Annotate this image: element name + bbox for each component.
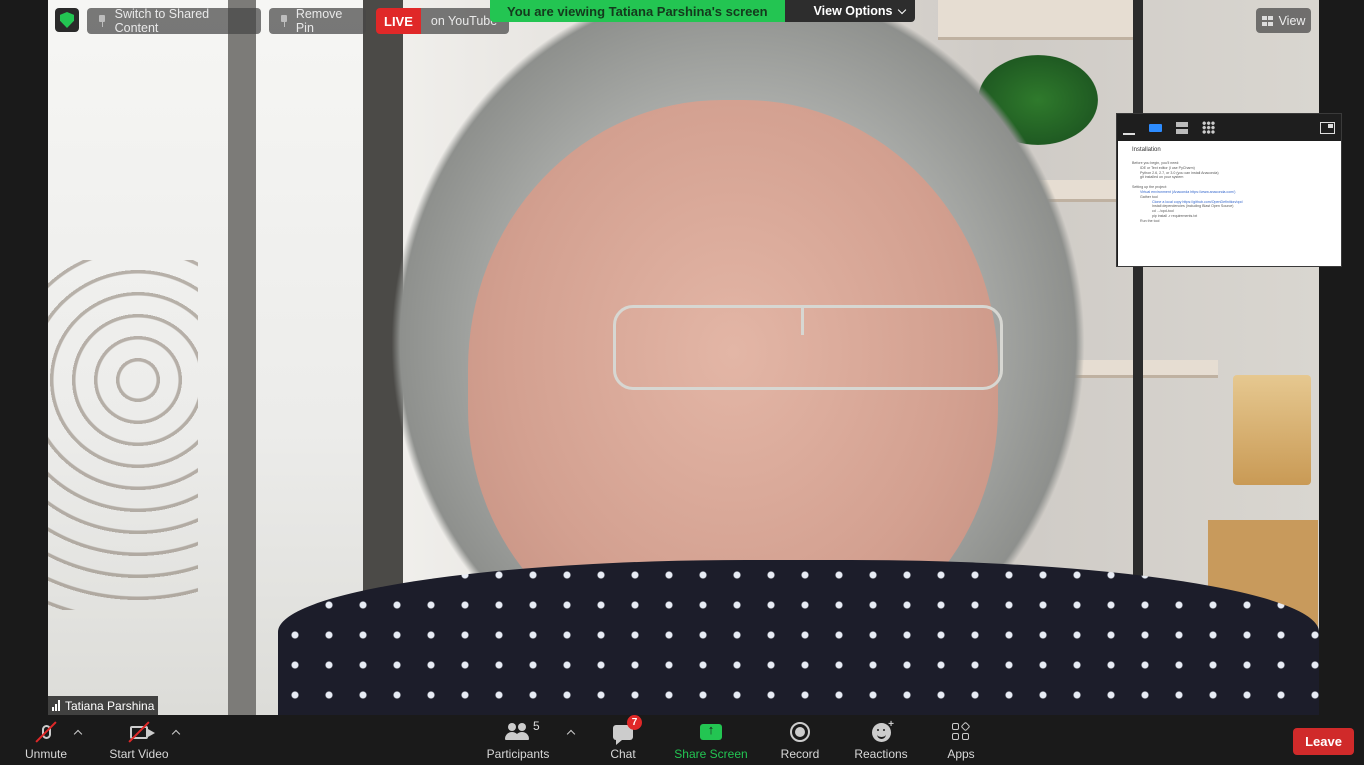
- audio-options-chevron-icon[interactable]: [73, 728, 83, 738]
- speaker-view-icon[interactable]: [1176, 121, 1188, 134]
- view-options-button[interactable]: View Options: [784, 0, 915, 22]
- reactions-icon: +: [866, 719, 896, 745]
- apps-icon: [946, 719, 976, 745]
- share-screen-icon: [696, 719, 726, 745]
- grid-icon: [1261, 15, 1273, 26]
- view-options-label: View Options: [813, 4, 893, 18]
- participant-name: Tatiana Parshina: [65, 698, 155, 713]
- minimize-icon[interactable]: [1123, 127, 1135, 135]
- viewing-banner: You are viewing Tatiana Parshina's scree…: [490, 0, 915, 22]
- microphone-muted-icon: [31, 719, 61, 745]
- view-button[interactable]: View: [1256, 8, 1311, 33]
- participant-shirt: [278, 560, 1319, 715]
- video-options-chevron-icon[interactable]: [171, 728, 181, 738]
- unmute-button[interactable]: Unmute: [22, 715, 70, 765]
- document-line: git installed on your system: [1140, 175, 1184, 180]
- signal-strength-icon: [52, 700, 60, 711]
- gallery-view-icon[interactable]: [1202, 121, 1215, 134]
- record-icon: [785, 719, 815, 745]
- shield-icon: [60, 12, 74, 28]
- camera-off-icon: [124, 719, 155, 745]
- chat-label: Chat: [610, 747, 636, 761]
- background-railing: [48, 260, 198, 610]
- video-feed: [48, 0, 1319, 715]
- apps-label: Apps: [947, 747, 975, 761]
- pin-icon: [97, 15, 107, 27]
- participants-label: Participants: [486, 747, 550, 761]
- shared-screen-thumbnail[interactable]: Installation Before you begin, you'll ne…: [1116, 113, 1342, 267]
- participant-name-tag: Tatiana Parshina: [48, 696, 159, 715]
- thumbnail-toolbar: [1117, 114, 1341, 141]
- reactions-button[interactable]: + Reactions: [852, 715, 910, 765]
- exit-floating-icon[interactable]: [1320, 121, 1335, 134]
- switch-to-shared-content-button[interactable]: Switch to Shared Content: [87, 7, 261, 35]
- view-label: View: [1278, 13, 1306, 28]
- participants-icon: 5: [503, 719, 540, 745]
- chat-icon: 7: [608, 715, 642, 745]
- viewing-banner-text: You are viewing Tatiana Parshina's scree…: [490, 0, 785, 22]
- participant-glasses: [613, 305, 1003, 390]
- participants-options-chevron-icon[interactable]: [566, 728, 576, 738]
- participants-count: 5: [533, 719, 540, 733]
- encryption-shield-icon[interactable]: [55, 8, 79, 32]
- chat-button[interactable]: 7 Chat: [603, 715, 643, 765]
- record-button[interactable]: Record: [778, 715, 822, 765]
- record-label: Record: [780, 747, 820, 761]
- participants-button[interactable]: 5 Participants: [484, 715, 552, 765]
- share-screen-label: Share Screen: [674, 747, 748, 761]
- pin-icon: [279, 15, 288, 27]
- leave-button[interactable]: Leave: [1293, 728, 1354, 755]
- switch-to-shared-content-label: Switch to Shared Content: [114, 7, 210, 35]
- chevron-down-icon: [897, 5, 906, 14]
- start-video-button[interactable]: Start Video: [107, 715, 171, 765]
- document-line: Run the tool: [1140, 218, 1160, 223]
- live-badge: LIVE: [376, 8, 421, 34]
- share-screen-button[interactable]: Share Screen: [674, 715, 748, 765]
- remove-pin-label: Remove Pin: [295, 7, 343, 35]
- background-lamp: [1233, 375, 1311, 485]
- apps-button[interactable]: Apps: [944, 715, 978, 765]
- document-title: Installation: [1132, 147, 1161, 153]
- start-video-label: Start Video: [109, 747, 169, 761]
- shared-document: Installation Before you begin, you'll ne…: [1118, 141, 1341, 266]
- background-window-frame: [228, 0, 256, 715]
- remove-pin-button[interactable]: Remove Pin: [269, 7, 366, 35]
- unmute-label: Unmute: [24, 747, 68, 761]
- reactions-label: Reactions: [854, 747, 908, 761]
- thumbnail-view-icon[interactable]: [1149, 123, 1162, 132]
- chat-unread-badge: 7: [627, 715, 642, 730]
- meeting-toolbar: Unmute Start Video 5 Participants 7 Chat…: [0, 715, 1364, 765]
